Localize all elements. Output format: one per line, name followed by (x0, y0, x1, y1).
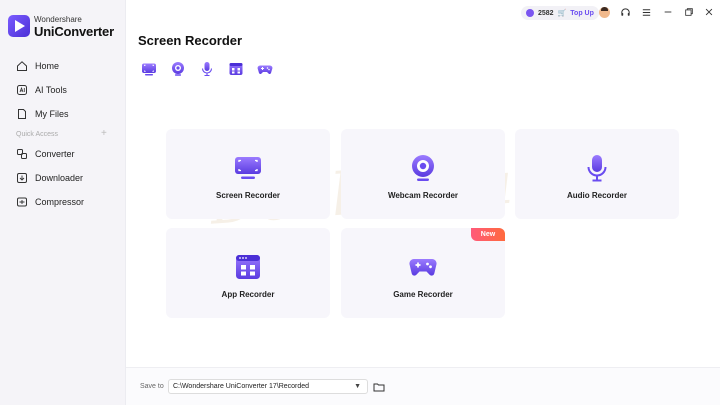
page-title: Screen Recorder (138, 33, 243, 48)
sidebar-item-converter[interactable]: Converter (0, 144, 126, 164)
close-icon[interactable] (703, 6, 715, 18)
sidebar-item-label: Downloader (35, 173, 84, 183)
card-audio-recorder[interactable]: Audio Recorder (515, 129, 679, 219)
sidebar-item-downloader[interactable]: Downloader (0, 168, 126, 188)
app-logo (8, 15, 30, 37)
card-screen-recorder[interactable]: Screen Recorder (166, 129, 330, 219)
top-up-button[interactable]: Top Up (570, 10, 594, 17)
coin-icon (526, 9, 534, 17)
chevron-down-icon: ▼ (354, 383, 361, 390)
sidebar-item-compressor[interactable]: Compressor (0, 192, 126, 212)
credits-badge[interactable]: 2582 🛒 Top Up (521, 6, 599, 20)
download-icon (17, 173, 27, 183)
brand-name: UniConverter (34, 24, 114, 39)
quick-game-recorder-button[interactable] (256, 60, 274, 78)
minimize-icon[interactable] (662, 6, 674, 18)
avatar[interactable] (598, 6, 610, 18)
converter-icon (17, 149, 27, 159)
new-badge: New (471, 228, 505, 241)
card-label: Audio Recorder (566, 191, 627, 200)
file-icon (18, 109, 26, 119)
mic-icon (201, 62, 213, 77)
home-icon (17, 61, 27, 71)
sidebar: Wondershare UniConverter Home AI Tools M… (0, 0, 126, 405)
quick-audio-recorder-button[interactable] (198, 60, 216, 78)
maximize-icon[interactable] (683, 6, 695, 18)
compress-icon (17, 197, 27, 207)
sidebar-item-ai-tools[interactable]: AI Tools (0, 80, 126, 100)
card-game-recorder[interactable]: New Game Recorder (341, 228, 505, 318)
save-path-value: C:\Wondershare UniConverter 17\Recorded (173, 383, 310, 390)
footer: Save to C:\Wondershare UniConverter 17\R… (126, 367, 720, 405)
gamepad-icon (408, 252, 438, 282)
support-icon[interactable] (619, 6, 631, 18)
gamepad-icon (257, 65, 273, 74)
add-quick-access-button[interactable]: + (101, 128, 107, 139)
card-webcam-recorder[interactable]: Webcam Recorder (341, 129, 505, 219)
sidebar-item-label: Converter (35, 149, 75, 159)
save-path-select[interactable]: C:\Wondershare UniConverter 17\Recorded … (168, 379, 368, 394)
mic-icon (582, 153, 612, 183)
sidebar-item-label: My Files (35, 109, 69, 119)
card-label: Screen Recorder (215, 191, 281, 200)
sidebar-item-label: Home (35, 61, 60, 71)
credits-count: 2582 (538, 9, 554, 17)
cart-icon: 🛒 (557, 10, 567, 17)
sidebar-item-my-files[interactable]: My Files (0, 104, 126, 124)
card-label: Webcam Recorder (387, 191, 459, 200)
card-label: App Recorder (221, 290, 275, 299)
sidebar-item-label: AI Tools (35, 85, 67, 95)
brand-name-small: Wondershare (34, 15, 82, 24)
sidebar-item-home[interactable]: Home (0, 56, 126, 76)
card-label: Game Recorder (393, 290, 453, 299)
ai-icon (17, 85, 27, 95)
folder-icon (373, 383, 385, 392)
webcam-icon (408, 153, 438, 183)
screen-icon (142, 63, 156, 76)
screen-icon (233, 153, 263, 183)
app-icon (229, 63, 243, 75)
quick-access-label: Quick Access (16, 131, 59, 138)
open-folder-button[interactable] (373, 380, 385, 392)
quick-screen-recorder-button[interactable] (140, 60, 158, 78)
webcam-icon (172, 62, 184, 76)
quick-app-recorder-button[interactable] (227, 60, 245, 78)
app-icon (233, 252, 263, 282)
card-app-recorder[interactable]: App Recorder (166, 228, 330, 318)
menu-icon[interactable] (640, 6, 652, 18)
sidebar-item-label: Compressor (35, 197, 85, 207)
quick-webcam-recorder-button[interactable] (169, 60, 187, 78)
save-to-label: Save to (140, 383, 164, 390)
